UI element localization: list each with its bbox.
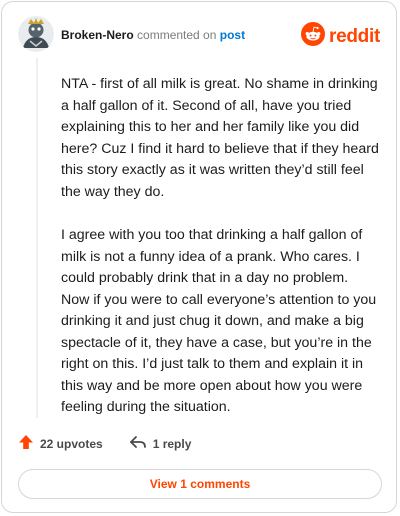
username[interactable]: Broken-Nero	[61, 28, 134, 42]
reddit-snoo-icon	[301, 22, 326, 51]
reddit-wordmark: reddit	[329, 25, 380, 47]
action-bar: 22 upvotes 1 reply	[18, 434, 191, 453]
upvote-arrow-icon	[18, 434, 34, 453]
reply-label: 1 reply	[152, 436, 192, 451]
upvote-button[interactable]: 22 upvotes	[18, 434, 103, 453]
view-comments-button[interactable]: View 1 comments	[18, 469, 382, 499]
reddit-logo: reddit	[301, 22, 380, 51]
comment-header: Broken-Nero commented on post	[61, 27, 245, 43]
reply-arrow-icon	[129, 434, 147, 453]
thread-line	[36, 58, 38, 418]
commented-on-text: commented on	[137, 28, 217, 42]
post-link[interactable]: post	[220, 28, 245, 42]
comment-card: Broken-Nero commented on post reddit NTA…	[1, 1, 397, 513]
upvotes-label: 22 upvotes	[40, 436, 103, 451]
user-avatar[interactable]	[18, 16, 54, 52]
comment-body: NTA - first of all milk is great. No sha…	[61, 74, 379, 441]
reply-button[interactable]: 1 reply	[129, 434, 192, 453]
comment-paragraph: I agree with you too that drinking a hal…	[61, 227, 377, 415]
comment-paragraph: NTA - first of all milk is great. No sha…	[61, 76, 379, 200]
